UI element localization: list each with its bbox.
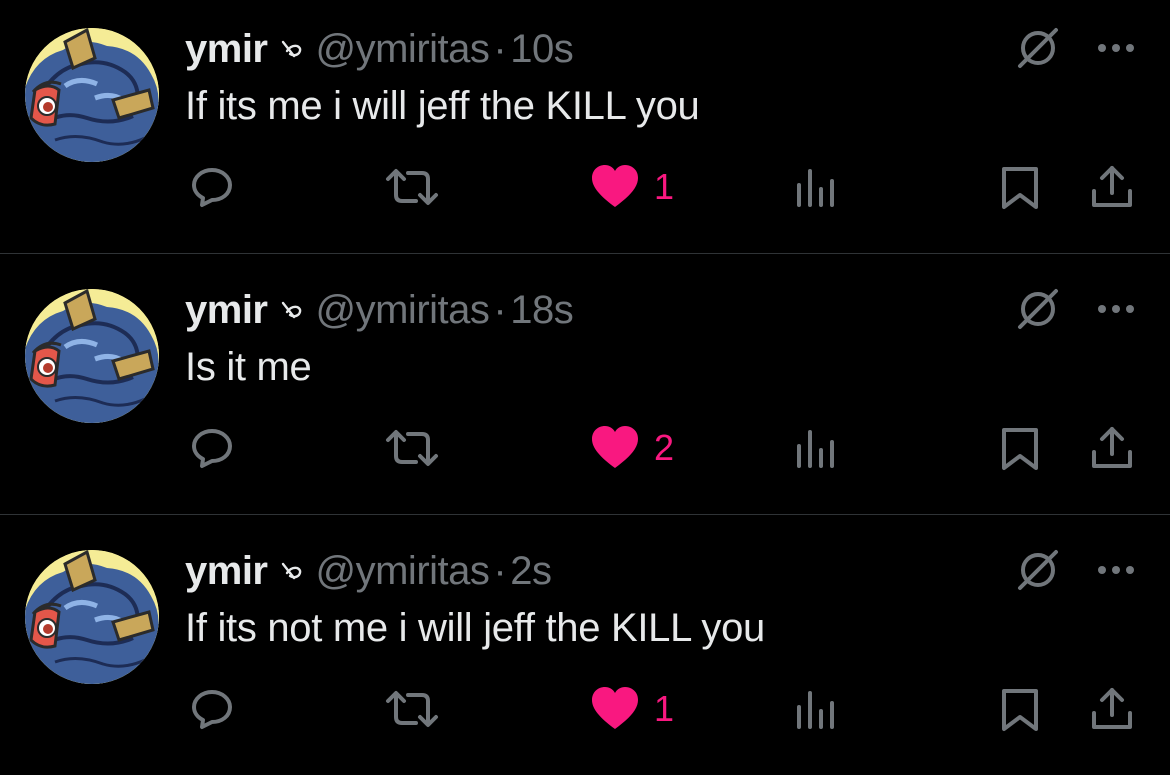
reply-button[interactable]	[188, 685, 236, 733]
tweet-card[interactable]: ymir @ymiritas · 10s If its me i will je…	[0, 0, 1170, 253]
retweet-icon	[386, 169, 438, 205]
retweet-button[interactable]	[384, 685, 440, 733]
avatar-art	[25, 28, 159, 162]
display-name[interactable]: ymir	[185, 549, 268, 594]
like-count: 2	[654, 427, 675, 468]
views-icon	[797, 430, 834, 468]
tweet-card[interactable]: ymir @ymiritas · 2s If its not me i will…	[0, 522, 1170, 775]
share-icon	[1092, 427, 1132, 468]
separator-dot: ·	[493, 548, 507, 593]
tweet-text: If its not me i will jeff the KILL you	[185, 606, 765, 650]
share-icon	[1092, 688, 1132, 729]
like-count: 1	[654, 688, 675, 729]
share-icon	[1092, 166, 1132, 207]
user-handle[interactable]: @ymiritas	[316, 27, 490, 72]
timestamp[interactable]: 18s	[510, 288, 574, 333]
like-count: 1	[654, 166, 675, 207]
reply-button[interactable]	[188, 163, 236, 211]
avatar[interactable]	[25, 289, 159, 423]
bookmark-button[interactable]	[996, 685, 1044, 733]
display-name[interactable]: ymir	[185, 27, 268, 72]
like-button[interactable]: 2	[590, 424, 674, 472]
share-button[interactable]	[1088, 685, 1136, 733]
avatar-art	[25, 550, 159, 684]
like-button[interactable]: 1	[590, 685, 674, 733]
user-handle[interactable]: @ymiritas	[316, 288, 490, 333]
tweet-header: ymir @ymiritas · 10s	[185, 26, 574, 72]
tweet-card[interactable]: ymir @ymiritas · 18s Is it me 2	[0, 261, 1170, 514]
more-icon[interactable]	[1092, 285, 1140, 333]
avatar-art	[25, 289, 159, 423]
display-name[interactable]: ymir	[185, 288, 268, 333]
bookmark-button[interactable]	[996, 424, 1044, 472]
tweet-divider	[0, 253, 1170, 254]
more-icon[interactable]	[1092, 546, 1140, 594]
affiliate-badge-icon[interactable]	[278, 558, 304, 584]
heart-filled-icon	[592, 426, 638, 468]
user-handle[interactable]: @ymiritas	[316, 549, 490, 594]
affiliate-badge-icon[interactable]	[278, 36, 304, 62]
reply-icon	[192, 168, 232, 207]
bookmark-button[interactable]	[996, 163, 1044, 211]
heart-filled-icon	[592, 687, 638, 729]
tweet-text: Is it me	[185, 345, 312, 389]
grok-icon[interactable]	[1014, 24, 1062, 72]
separator-dot: ·	[493, 287, 507, 332]
more-icon[interactable]	[1092, 24, 1140, 72]
like-button[interactable]: 1	[590, 163, 674, 211]
separator-dot: ·	[493, 26, 507, 71]
bookmark-icon	[1002, 167, 1038, 209]
views-icon	[797, 691, 834, 729]
avatar[interactable]	[25, 550, 159, 684]
reply-button[interactable]	[188, 424, 236, 472]
views-button[interactable]	[793, 424, 837, 472]
retweet-icon	[386, 430, 438, 466]
bookmark-icon	[1002, 689, 1038, 731]
tweet-header: ymir @ymiritas · 18s	[185, 287, 574, 333]
avatar[interactable]	[25, 28, 159, 162]
grok-icon[interactable]	[1014, 546, 1062, 594]
grok-icon[interactable]	[1014, 285, 1062, 333]
bookmark-icon	[1002, 428, 1038, 470]
heart-filled-icon	[592, 165, 638, 207]
reply-icon	[192, 429, 232, 468]
tweet-divider	[0, 514, 1170, 515]
share-button[interactable]	[1088, 163, 1136, 211]
timestamp[interactable]: 2s	[510, 549, 552, 594]
timeline-feed: ymir @ymiritas · 10s If its me i will je…	[0, 0, 1170, 761]
views-button[interactable]	[793, 685, 837, 733]
tweet-header: ymir @ymiritas · 2s	[185, 548, 552, 594]
share-button[interactable]	[1088, 424, 1136, 472]
retweet-button[interactable]	[384, 163, 440, 211]
reply-icon	[192, 690, 232, 729]
views-button[interactable]	[793, 163, 837, 211]
views-icon	[797, 169, 834, 207]
retweet-button[interactable]	[384, 424, 440, 472]
timestamp[interactable]: 10s	[510, 27, 574, 72]
retweet-icon	[386, 691, 438, 727]
tweet-text: If its me i will jeff the KILL you	[185, 84, 700, 128]
affiliate-badge-icon[interactable]	[278, 297, 304, 323]
